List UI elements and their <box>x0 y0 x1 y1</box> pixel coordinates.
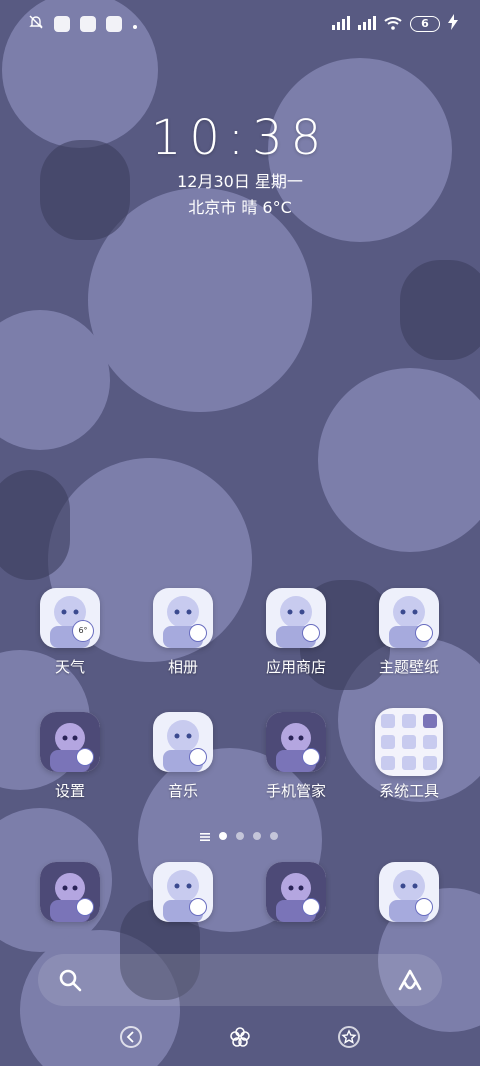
gear-icon <box>76 748 94 766</box>
messages-icon <box>266 862 326 922</box>
battery-icon: 6 <box>410 16 440 32</box>
phone-handset-icon <box>76 898 94 916</box>
wifi-icon <box>384 15 402 34</box>
status-left <box>28 14 138 34</box>
music-note-icon <box>189 748 207 766</box>
camera-icon <box>379 862 439 922</box>
app-label: 音乐 <box>167 782 198 800</box>
phone-icon <box>40 862 100 922</box>
recents-star-icon[interactable] <box>338 1026 360 1048</box>
themes-app-icon <box>379 588 439 648</box>
app-themes[interactable]: 主题壁纸 <box>354 588 464 688</box>
app-label: 系统工具 <box>378 782 439 800</box>
app-store-icon <box>266 588 326 648</box>
gallery-app-icon <box>153 588 213 648</box>
page-indicator[interactable] <box>200 826 278 845</box>
home-flower-icon[interactable] <box>229 1026 251 1048</box>
dock-messages[interactable] <box>241 862 351 932</box>
search-bar[interactable] <box>38 954 442 1006</box>
signal-icon <box>332 15 350 34</box>
search-icon[interactable] <box>58 968 82 996</box>
clock-time[interactable]: 10:38 <box>0 110 480 166</box>
image-icon <box>189 624 207 642</box>
app-label: 手机管家 <box>265 782 326 800</box>
page-dot[interactable] <box>236 831 244 840</box>
page-dot[interactable] <box>253 831 261 840</box>
chat-bubble-icon <box>302 898 320 916</box>
dock-browser[interactable] <box>128 862 238 932</box>
folder-icon <box>375 708 443 776</box>
back-icon[interactable] <box>120 1026 142 1048</box>
app-gallery[interactable]: 相册 <box>128 588 238 688</box>
app-label: 相册 <box>167 658 198 676</box>
signal-icon <box>358 15 376 34</box>
page-dot[interactable] <box>219 831 227 840</box>
weather-summary[interactable]: 北京市 晴 6°C <box>0 194 480 218</box>
shopping-bag-icon <box>302 624 320 642</box>
settings-app-icon <box>40 712 100 772</box>
dock-camera[interactable] <box>354 862 464 932</box>
camera-lens-icon <box>415 898 433 916</box>
weather-badge: 6° <box>72 620 94 642</box>
status-right: 6 <box>332 14 458 34</box>
assistant-icon[interactable] <box>396 967 424 997</box>
security-app-icon <box>266 712 326 772</box>
charging-icon <box>448 14 458 34</box>
music-app-icon <box>153 712 213 772</box>
app-label: 天气 <box>54 658 85 676</box>
app-store[interactable]: 应用商店 <box>241 588 351 688</box>
mute-icon <box>28 14 44 34</box>
shield-icon <box>302 748 320 766</box>
app-notification-icon <box>106 16 122 32</box>
app-settings[interactable]: 设置 <box>15 712 125 812</box>
compass-icon <box>189 898 207 916</box>
app-music[interactable]: 音乐 <box>128 712 238 812</box>
dock-phone[interactable] <box>15 862 125 932</box>
menu-lines-icon <box>200 826 210 845</box>
app-weather[interactable]: 6° 天气 <box>15 588 125 688</box>
app-security[interactable]: 手机管家 <box>241 712 351 812</box>
status-bar: 6 <box>0 0 480 50</box>
weather-app-icon: 6° <box>40 588 100 648</box>
brush-icon <box>415 624 433 642</box>
dot-icon <box>132 15 138 34</box>
battery-level: 6 <box>421 17 429 30</box>
app-label: 应用商店 <box>265 658 326 676</box>
page-dot[interactable] <box>270 831 278 840</box>
app-label: 主题壁纸 <box>378 658 439 676</box>
browser-icon <box>153 862 213 922</box>
app-notification-icon <box>80 16 96 32</box>
app-label: 设置 <box>54 782 85 800</box>
clock-date: 12月30日 星期一 <box>177 172 303 191</box>
app-folder-system-tools[interactable]: 系统工具 <box>354 708 464 808</box>
app-notification-icon <box>54 16 70 32</box>
navigation-bar <box>0 1022 480 1056</box>
